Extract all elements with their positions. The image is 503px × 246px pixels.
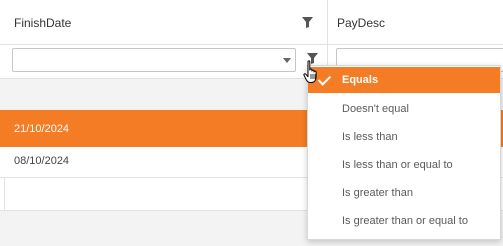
column-header-finishdate[interactable]: FinishDate — [14, 16, 71, 30]
menu-item-less-than-or-equal[interactable]: Is less than or equal to — [308, 152, 500, 178]
menu-item-equals[interactable]: Equals — [308, 67, 500, 93]
menu-item-label: Is greater than — [342, 187, 413, 199]
funnel-icon[interactable] — [302, 17, 313, 28]
hand-pointer-icon — [303, 60, 317, 83]
finishdate-filter-input[interactable] — [12, 48, 296, 72]
finishdate-cell: 08/10/2024 — [14, 155, 70, 167]
menu-item-label: Equals — [342, 74, 379, 86]
filter-operator-menu: Equals Doesn't equal Is less than Is les… — [307, 65, 501, 240]
menu-item-label: Doesn't equal — [342, 103, 409, 115]
menu-item-label: Is less than or equal to — [342, 159, 453, 171]
menu-item-label: Is less than — [342, 131, 398, 143]
chevron-down-icon[interactable] — [283, 58, 291, 63]
column-header-row — [0, 0, 503, 44]
menu-item-label: Is greater than or equal to — [342, 215, 468, 227]
menu-item-less-than[interactable]: Is less than — [308, 124, 500, 150]
menu-item-greater-than[interactable]: Is greater than — [308, 180, 500, 206]
column-header-paydesc[interactable]: PayDesc — [337, 16, 385, 30]
menu-item-doesnt-equal[interactable]: Doesn't equal — [308, 96, 500, 122]
finishdate-cell: 21/10/2024 — [14, 123, 70, 135]
menu-item-greater-than-or-equal[interactable]: Is greater than or equal to — [308, 208, 500, 234]
